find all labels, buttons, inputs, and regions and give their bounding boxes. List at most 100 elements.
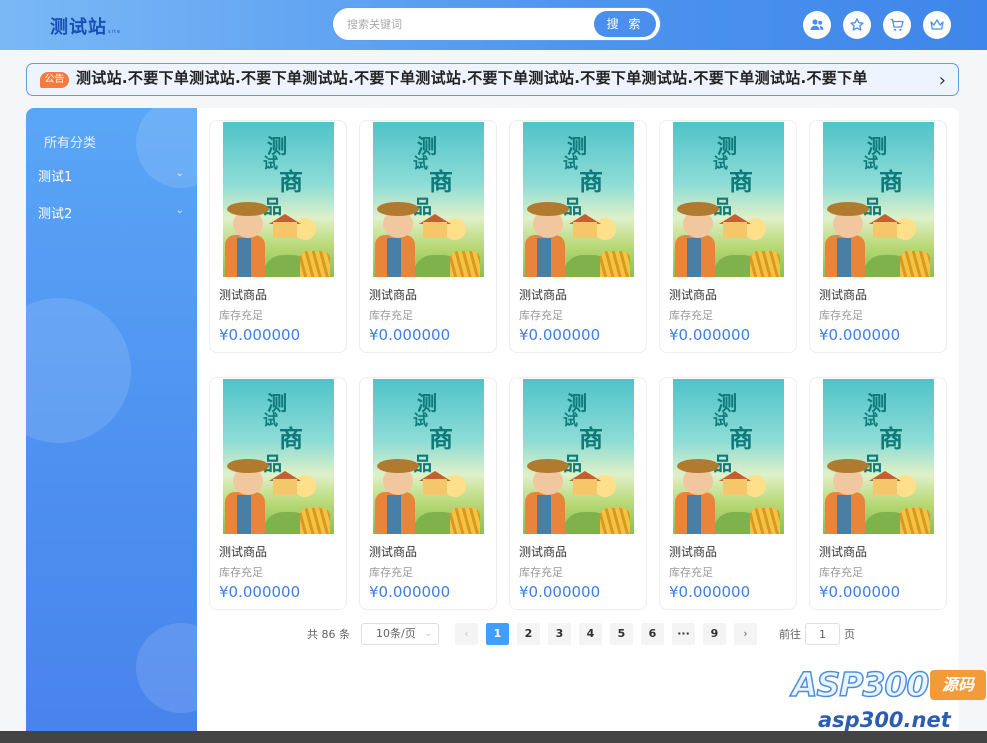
product-card[interactable]: 测试商品测试商品 库存充足 ¥0.000000: [809, 120, 947, 353]
logo-subtext: site: [108, 29, 122, 35]
product-card[interactable]: 测试商品测试商品 库存充足 ¥0.000000: [659, 377, 797, 610]
page-button[interactable]: 6: [641, 623, 664, 645]
thumb-house: [423, 479, 447, 495]
product-name[interactable]: 测试商品: [519, 543, 567, 560]
page-button[interactable]: 5: [610, 623, 633, 645]
product-card[interactable]: 测试商品测试商品 库存充足 ¥0.000000: [359, 120, 497, 353]
thumb-figure-shirt: [387, 238, 401, 277]
watermark-tag: 源码: [930, 670, 986, 700]
product-price: ¥0.000000: [819, 583, 901, 601]
thumb-figure-hat: [377, 459, 419, 473]
goto-label: 前往: [779, 628, 801, 641]
watermark-brand: ASP300: [791, 664, 930, 705]
thumb-house: [873, 479, 897, 495]
page-button[interactable]: 3: [548, 623, 571, 645]
chevron-right-icon[interactable]: ›: [939, 70, 946, 91]
thumb-char: 试: [263, 411, 279, 429]
thumb-char: 试: [713, 154, 729, 172]
notice-badge: 公告: [40, 72, 69, 88]
search-button[interactable]: 搜 索: [594, 11, 656, 37]
product-image[interactable]: 测试商品: [673, 379, 784, 534]
thumb-figure-hat: [527, 459, 569, 473]
product-name[interactable]: 测试商品: [519, 286, 567, 303]
product-name[interactable]: 测试商品: [669, 543, 717, 560]
crown-icon[interactable]: [923, 11, 951, 39]
cart-icon[interactable]: [883, 11, 911, 39]
product-image[interactable]: 测试商品: [373, 122, 484, 277]
product-card[interactable]: 测试商品测试商品 库存充足 ¥0.000000: [809, 377, 947, 610]
product-card[interactable]: 测试商品测试商品 库存充足 ¥0.000000: [509, 377, 647, 610]
thumb-figure-shirt: [837, 495, 851, 534]
thumb-char: 试: [563, 154, 579, 172]
thumb-wheat: [750, 508, 780, 534]
product-price: ¥0.000000: [819, 326, 901, 344]
product-card[interactable]: 测试商品测试商品 库存充足 ¥0.000000: [209, 120, 347, 353]
product-image[interactable]: 测试商品: [223, 379, 334, 534]
product-stock: 库存充足: [369, 309, 413, 322]
page-ellipsis-button[interactable]: ···: [672, 623, 695, 645]
thumb-char: 商: [579, 424, 603, 453]
product-price: ¥0.000000: [219, 583, 301, 601]
site-logo[interactable]: 测试站site: [50, 13, 121, 39]
product-card[interactable]: 测试商品测试商品 库存充足 ¥0.000000: [359, 377, 497, 610]
sidebar-item-test2[interactable]: 测试2 ⌄: [38, 203, 184, 222]
thumb-figure-shirt: [537, 238, 551, 277]
page-size-value: 10条/页: [376, 627, 416, 640]
next-page-button[interactable]: ›: [734, 623, 757, 645]
goto-page-input[interactable]: [805, 623, 840, 645]
prev-page-button[interactable]: ‹: [455, 623, 478, 645]
product-image[interactable]: 测试商品: [523, 122, 634, 277]
product-image[interactable]: 测试商品: [373, 379, 484, 534]
sidebar-item-label: 测试1: [38, 170, 73, 185]
search-input[interactable]: [347, 15, 587, 33]
product-name[interactable]: 测试商品: [369, 286, 417, 303]
product-card[interactable]: 测试商品测试商品 库存充足 ¥0.000000: [209, 377, 347, 610]
thumb-figure-shirt: [687, 495, 701, 534]
product-name[interactable]: 测试商品: [219, 543, 267, 560]
page-list: 1 2 3 4 5 6 ··· 9: [486, 623, 734, 645]
product-name[interactable]: 测试商品: [819, 286, 867, 303]
product-name[interactable]: 测试商品: [819, 543, 867, 560]
decor-bubble: [26, 298, 131, 443]
thumb-wheat: [600, 508, 630, 534]
product-image[interactable]: 测试商品: [523, 379, 634, 534]
product-stock: 库存充足: [669, 566, 713, 579]
sidebar-item-label: 测试2: [38, 207, 73, 222]
product-stock: 库存充足: [219, 566, 263, 579]
product-image[interactable]: 测试商品: [673, 122, 784, 277]
star-icon[interactable]: [843, 11, 871, 39]
product-name[interactable]: 测试商品: [669, 286, 717, 303]
product-stock: 库存充足: [819, 309, 863, 322]
page-size-select[interactable]: 10条/页 ⌄: [361, 623, 439, 645]
thumb-char: 试: [863, 154, 879, 172]
user-group-icon[interactable]: [803, 11, 831, 39]
page-button[interactable]: 4: [579, 623, 602, 645]
product-image[interactable]: 测试商品: [823, 122, 934, 277]
product-price: ¥0.000000: [669, 326, 751, 344]
product-price: ¥0.000000: [369, 326, 451, 344]
sidebar-item-test1[interactable]: 测试1 ⌄: [38, 166, 184, 185]
thumb-house: [273, 222, 297, 238]
header-icons: [803, 11, 951, 39]
page-button[interactable]: 2: [517, 623, 540, 645]
product-image[interactable]: 测试商品: [823, 379, 934, 534]
product-stock: 库存充足: [369, 566, 413, 579]
thumb-figure-hat: [827, 202, 869, 216]
notice-bar[interactable]: 公告 测试站.不要下单测试站.不要下单测试站.不要下单测试站.不要下单测试站.不…: [26, 63, 959, 96]
page-button[interactable]: 1: [486, 623, 509, 645]
page-button[interactable]: 9: [703, 623, 726, 645]
thumb-wheat: [750, 251, 780, 277]
thumb-house: [423, 222, 447, 238]
thumb-figure-hat: [527, 202, 569, 216]
decor-bubble: [136, 623, 197, 713]
product-name[interactable]: 测试商品: [219, 286, 267, 303]
product-card[interactable]: 测试商品测试商品 库存充足 ¥0.000000: [659, 120, 797, 353]
thumb-figure-shirt: [687, 238, 701, 277]
product-price: ¥0.000000: [669, 583, 751, 601]
product-panel: 测试商品测试商品 库存充足 ¥0.000000 测试商品测试商品 库存充足 ¥0.0000…: [197, 108, 959, 743]
product-name[interactable]: 测试商品: [369, 543, 417, 560]
product-card[interactable]: 测试商品测试商品 库存充足 ¥0.000000: [509, 120, 647, 353]
thumb-char: 试: [863, 411, 879, 429]
search-bar: 搜 索: [333, 8, 660, 40]
product-image[interactable]: 测试商品: [223, 122, 334, 277]
